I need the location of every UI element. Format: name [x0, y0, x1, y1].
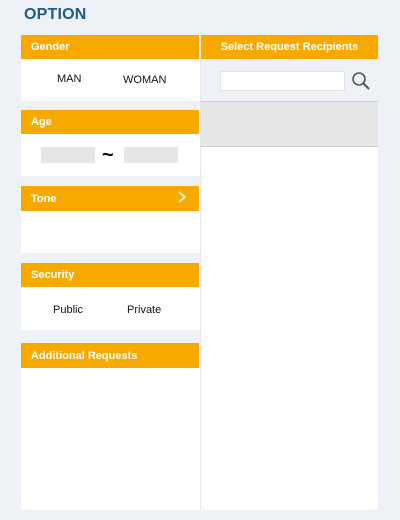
security-option-public[interactable]: Public — [53, 304, 83, 316]
column-divider — [200, 35, 201, 510]
tone-section — [21, 211, 199, 253]
security-header-label: Security — [31, 269, 75, 281]
recipient-search-input[interactable] — [220, 71, 345, 91]
additional-requests-area[interactable] — [21, 368, 199, 510]
age-header-label: Age — [31, 116, 52, 128]
search-icon[interactable] — [350, 70, 372, 92]
chevron-right-icon[interactable] — [175, 190, 189, 204]
security-header: Security — [21, 263, 199, 287]
gender-option-man[interactable]: MAN — [57, 73, 81, 85]
gender-option-woman[interactable]: WOMAN — [123, 74, 166, 86]
age-to-field[interactable] — [124, 147, 178, 163]
additional-requests-header-label: Additional Requests — [31, 349, 138, 362]
additional-requests-header: Additional Requests — [21, 343, 199, 368]
security-option-private[interactable]: Private — [127, 304, 161, 316]
recipients-list — [201, 147, 378, 510]
gender-header-label: Gender — [31, 41, 70, 53]
gender-header: Gender — [21, 35, 199, 59]
gender-section — [21, 59, 199, 101]
tone-header[interactable]: Tone — [21, 186, 199, 211]
section-gap — [21, 176, 200, 186]
section-gap — [21, 330, 200, 343]
page-title: OPTION — [24, 6, 87, 23]
tone-header-label: Tone — [31, 192, 57, 205]
recipients-header: Select Request Recipients — [201, 35, 378, 59]
age-header: Age — [21, 110, 199, 134]
age-separator: ~ — [102, 144, 114, 166]
age-from-field[interactable] — [41, 147, 95, 163]
section-gap — [21, 253, 200, 263]
section-gap — [21, 101, 200, 110]
recipients-header-label: Select Request Recipients — [220, 41, 359, 53]
recipient-list-item[interactable] — [201, 102, 378, 147]
security-section — [21, 287, 199, 330]
